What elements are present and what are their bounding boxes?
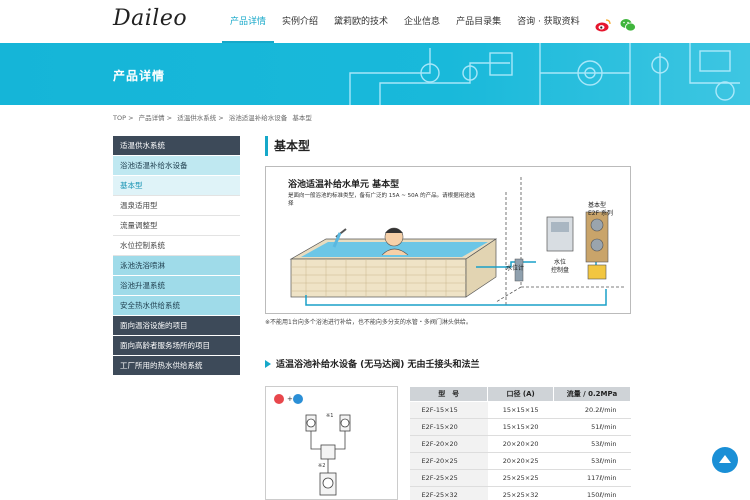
product-image: + ※1 ※2 <box>265 386 398 500</box>
column-header-flow: 流量 / 0.2MPa <box>552 386 632 402</box>
table-row: E2F-15×20 15×15×20 51ℓ/min <box>409 418 631 436</box>
pipe-blueprint-illustration <box>349 43 740 105</box>
svg-text:+: + <box>287 395 293 403</box>
table-row: E2F-25×32 25×25×32 150ℓ/min <box>409 486 631 500</box>
breadcrumb-device[interactable]: 浴池适温补给水设备 <box>229 114 288 122</box>
diameter-cell: 15×15×20 <box>487 418 554 436</box>
model-cell: E2F-20×20 <box>409 435 488 453</box>
breadcrumb-system[interactable]: 适温供水系统 > <box>177 114 224 122</box>
back-to-top-button[interactable] <box>712 447 738 473</box>
nav-item-5[interactable]: 咨询 · 获取资料 <box>509 0 588 43</box>
triangle-bullet-icon <box>265 360 271 368</box>
page-banner: 产品详情 <box>0 43 750 105</box>
usage-note: ※不能用1台向多个浴池进行补给，也不能向多分支的水管・多阀门淋头供给。 <box>265 319 472 326</box>
product-subtitle-text: 适温浴池补给水设备 (无马达阀) 无由壬接头和法兰 <box>276 360 480 370</box>
nav-item-0[interactable]: 产品详情 <box>222 0 275 43</box>
nav-item-3[interactable]: 企业信息 <box>396 0 448 43</box>
sidebar-item-9[interactable]: 面向温浴设施的项目 <box>113 316 240 336</box>
table-row: E2F-25×25 25×25×25 117ℓ/min <box>409 469 631 487</box>
nav-item-2[interactable]: 黛莉欧的技术 <box>326 0 396 43</box>
model-cell: E2F-15×20 <box>409 418 488 436</box>
diameter-cell: 25×25×25 <box>487 469 554 487</box>
table-header-row: 型 号 口径 (A) 流量 / 0.2MPa <box>408 386 632 402</box>
site-header: Daileo 产品详情 实例介绍 黛莉欧的技术 企业信息 产品目录集 咨询 · 获取资料 <box>0 0 750 43</box>
model-cell: E2F-15×15 <box>409 401 488 419</box>
breadcrumb-top[interactable]: TOP > <box>113 114 134 122</box>
banner-title: 产品详情 <box>113 69 166 83</box>
weibo-icon[interactable] <box>595 18 611 32</box>
product-subtitle: 适温浴池补给水设备 (无马达阀) 无由壬接头和法兰 <box>265 357 480 370</box>
breadcrumb-current: 基本型 <box>292 114 312 122</box>
column-header-diameter: 口径 (A) <box>487 386 554 402</box>
diameter-cell: 20×20×20 <box>487 435 554 453</box>
diameter-cell: 25×25×32 <box>487 486 554 500</box>
sidebar-item-4[interactable]: 流量调整型 <box>113 216 240 236</box>
sidebar-item-2[interactable]: 基本型 <box>113 176 240 196</box>
flow-cell: 53ℓ/min <box>553 452 631 470</box>
mark-1: ※1 <box>326 413 333 419</box>
sidebar-item-10[interactable]: 面向高龄者服务场所的项目 <box>113 336 240 356</box>
model-cell: E2F-25×25 <box>409 469 488 487</box>
flow-cell: 20.2ℓ/min <box>553 401 631 419</box>
flow-cell: 150ℓ/min <box>553 486 631 500</box>
sidebar-item-7[interactable]: 浴池升温系统 <box>113 276 240 296</box>
spec-table: 型 号 口径 (A) 流量 / 0.2MPa E2F-15×15 15×15×15… <box>408 386 632 500</box>
breadcrumb: TOP > 产品详情 > 适温供水系统 > 浴池适温补给水设备 基本型 <box>113 112 315 122</box>
sidebar-item-5[interactable]: 水位控制系统 <box>113 236 240 256</box>
table-row: E2F-20×25 20×20×25 53ℓ/min <box>409 452 631 470</box>
diagram-title: 浴池适温补给水单元 基本型 <box>288 180 400 190</box>
nav-item-1[interactable]: 实例介绍 <box>274 0 326 43</box>
sidebar-item-6[interactable]: 泳池洗浴喷淋 <box>113 256 240 276</box>
diameter-cell: 20×20×25 <box>487 452 554 470</box>
diagram-description: 是面向一般浴池的标准类型，备有广泛的 15A ~ 50A 的产品。请根据用途选择 <box>288 193 476 207</box>
main-nav: 产品详情 实例介绍 黛莉欧的技术 企业信息 产品目录集 咨询 · 获取资料 <box>222 0 588 43</box>
table-row: E2F-20×20 20×20×20 53ℓ/min <box>409 435 631 453</box>
sidebar-menu: 适温供水系统 浴池适温补给水设备 基本型 温泉适用型 流量调整型 水位控制系统 泳池洗浴喷淋… <box>113 136 240 376</box>
main-content: 基本型 浴池适温补给水单元 基本型 是面向一般浴池的标准类型，备有广泛的 15A… <box>265 136 635 500</box>
nav-item-4[interactable]: 产品目录集 <box>448 0 509 43</box>
label-series: E2F 系列 <box>588 210 613 217</box>
sidebar-item-11[interactable]: 工厂所用的热水供给系统 <box>113 356 240 376</box>
table-row: E2F-15×15 15×15×15 20.2ℓ/min <box>409 401 631 419</box>
wechat-icon[interactable] <box>620 18 636 32</box>
sidebar-item-0[interactable]: 适温供水系统 <box>113 136 240 156</box>
label-control-2: 控制盘 <box>551 267 570 274</box>
diameter-cell: 15×15×15 <box>487 401 554 419</box>
sidebar-item-3[interactable]: 温泉适用型 <box>113 196 240 216</box>
model-cell: E2F-20×25 <box>409 452 488 470</box>
flow-cell: 51ℓ/min <box>553 418 631 436</box>
valve-drawing: + ※1 ※2 <box>274 394 351 496</box>
system-diagram: 浴池适温补给水单元 基本型 是面向一般浴池的标准类型，备有广泛的 15A ~ 5… <box>265 166 631 314</box>
sidebar-item-1[interactable]: 浴池适温补给水设备 <box>113 156 240 176</box>
site-logo[interactable]: Daileo <box>113 6 187 31</box>
sidebar-item-8[interactable]: 安全热水供给系统 <box>113 296 240 316</box>
flow-cell: 117ℓ/min <box>553 469 631 487</box>
page-title: 基本型 <box>265 136 635 156</box>
mark-2: ※2 <box>318 463 325 469</box>
label-level-sensor: 水位计 <box>506 265 525 272</box>
model-cell: E2F-25×32 <box>409 486 488 500</box>
flow-cell: 53ℓ/min <box>553 435 631 453</box>
column-header-model: 型 号 <box>408 386 489 402</box>
breadcrumb-products[interactable]: 产品详情 > <box>139 114 173 122</box>
